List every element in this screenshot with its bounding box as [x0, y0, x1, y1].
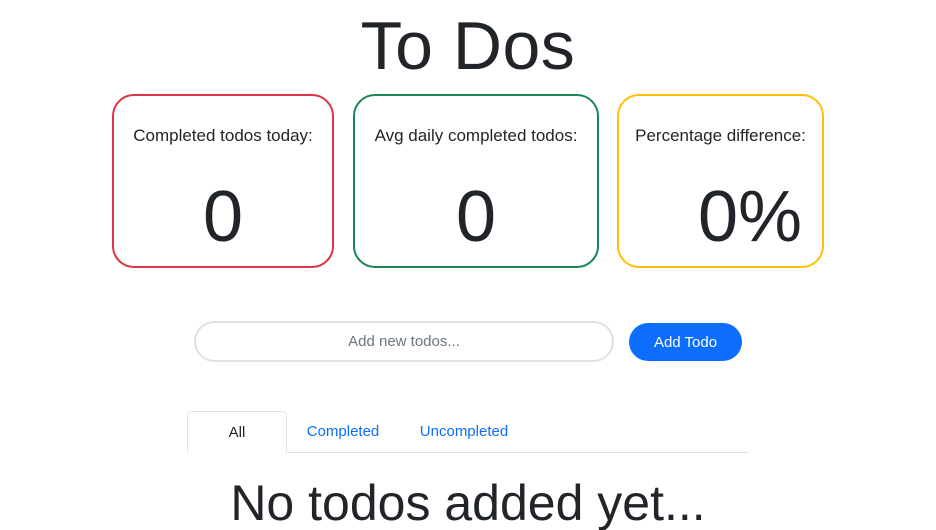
new-todo-input[interactable] [194, 321, 614, 362]
add-todo-button[interactable]: Add Todo [629, 323, 742, 361]
stat-card-avg-daily: Avg daily completed todos: 0 [353, 94, 599, 268]
tab-all[interactable]: All [187, 411, 287, 453]
filter-tabs: All Completed Uncompleted [187, 411, 749, 453]
stat-card-percentage-difference: Percentage difference: 0% [617, 94, 824, 268]
tab-completed[interactable]: Completed [291, 411, 395, 452]
stat-card-completed-today: Completed todos today: 0 [112, 94, 334, 268]
stat-label: Percentage difference: [635, 126, 806, 145]
stat-value: 0 [202, 177, 244, 257]
stat-value: 0 [455, 177, 497, 257]
empty-list-message: No todos added yet... [230, 475, 706, 530]
stat-value: 0% [697, 177, 802, 257]
tab-uncompleted[interactable]: Uncompleted [409, 411, 519, 452]
stat-label: Avg daily completed todos: [374, 126, 578, 145]
page-title: To Dos [360, 8, 576, 84]
todo-page: To Dos Completed todos today: 0 Avg dail… [0, 0, 936, 530]
stat-label: Completed todos today: [133, 126, 313, 145]
